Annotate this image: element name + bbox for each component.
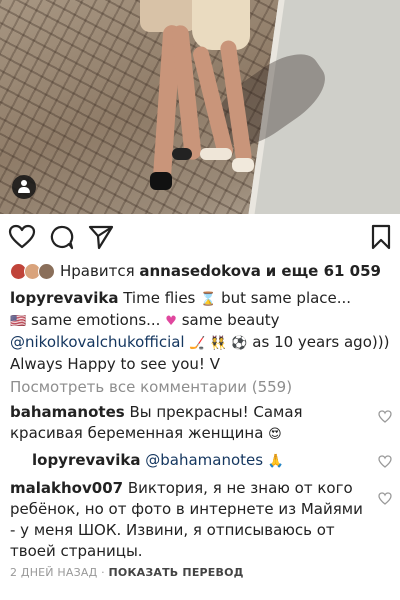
comment-item: malakhov007 Виктория, я не знаю от кого … [10,478,392,562]
liker-avatars[interactable] [10,262,55,280]
comment-username[interactable]: malakhov007 [10,479,123,497]
comment-like-icon[interactable] [378,410,392,423]
comment-mention-link[interactable]: @bahamanotes [145,451,263,469]
show-translation-button[interactable]: ПОКАЗАТЬ ПЕРЕВОД [109,566,244,579]
post-meta: 2 ДНЕЙ НАЗАД · ПОКАЗАТЬ ПЕРЕВОД [10,566,392,579]
comment-item: bahamanotes Вы прекрасны! Самая красивая… [10,402,392,445]
comment-username[interactable]: lopyrevavika [32,451,140,469]
tagged-user-body [18,187,30,193]
comment-like-icon[interactable] [378,455,392,468]
comment-like-icon[interactable] [378,492,392,505]
post-photo[interactable] [0,0,400,214]
tagged-user-head [21,180,27,186]
meta-separator: · [101,566,105,579]
post-content: Нравится annasedokova и еще 61 059 lopyr… [10,262,392,579]
heart-eyes-icon: 😍 [268,427,282,442]
send-icon[interactable] [88,224,114,250]
soccer-ball-icon: ⚽ [231,336,248,351]
likes-prefix: Нравится [60,262,135,280]
shoe [150,172,172,190]
caption-text: but same place... [221,289,352,307]
comment-username[interactable]: bahamanotes [10,403,125,421]
us-flag-icon: 🇺🇸 [10,314,27,329]
caption-text: same emotions... [30,311,161,329]
caption-text: same beauty [181,311,280,329]
hockey-icon: 🏒 [189,336,206,351]
shoe [200,148,232,160]
hourglass-icon: ⌛ [200,292,217,307]
likes-row: Нравится annasedokova и еще 61 059 [10,262,392,280]
tagged-user-icon[interactable] [12,175,36,199]
folded-hands-icon: 🙏 [267,454,285,469]
caption-username[interactable]: lopyrevavika [10,289,118,307]
view-all-comments-link[interactable]: Посмотреть все комментарии (559) [10,378,392,396]
post-caption: lopyrevavika Time flies ⌛ but same place… [10,288,392,375]
caption-mention-link[interactable]: @nikolkovalchukofficial [10,333,185,351]
comment-icon[interactable] [48,224,74,250]
likes-count[interactable]: и еще 61 059 [266,262,381,280]
comment-reply: lopyrevavika @bahamanotes 🙏 [32,450,392,472]
likes-user-link[interactable]: annasedokova [139,262,261,280]
caption-text: Time flies [123,289,196,307]
sparkling-heart-icon: ♥ [165,314,177,329]
shoe [232,158,254,172]
avatar [38,262,55,280]
dress-right [192,0,250,50]
action-bar [0,224,400,254]
bookmark-icon[interactable] [370,224,392,250]
timestamp: 2 ДНЕЙ НАЗАД [10,566,98,579]
heart-icon[interactable] [8,224,36,250]
dancers-icon: 👯 [210,336,227,351]
shoe [172,148,192,160]
